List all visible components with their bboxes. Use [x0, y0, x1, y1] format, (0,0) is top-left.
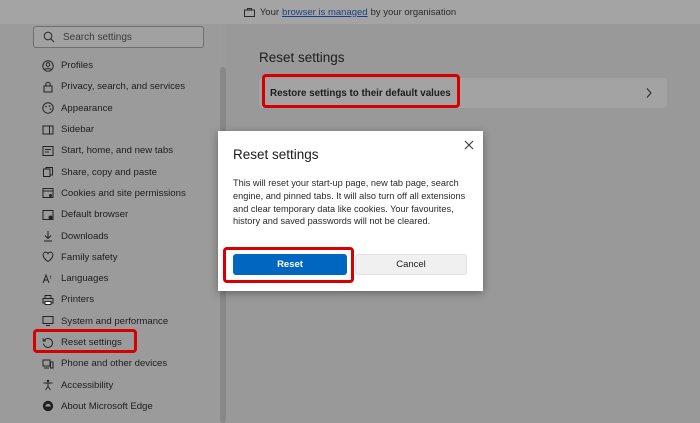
- sidebar-item-default-browser[interactable]: Default browser: [33, 204, 213, 225]
- sidebar-item-label: Accessibility: [61, 379, 114, 391]
- banner-suffix: by your organisation: [370, 6, 457, 18]
- sidebar-item-label: About Microsoft Edge: [61, 400, 153, 412]
- restore-defaults-highlight: [262, 74, 460, 108]
- appearance-icon: [42, 102, 54, 114]
- lock-icon: [43, 81, 53, 93]
- profile-icon: [42, 59, 54, 72]
- sidebar-item-label: Downloads: [61, 230, 109, 242]
- family-icon: [42, 252, 54, 263]
- svg-text:t: t: [50, 275, 52, 281]
- search-icon: [43, 31, 55, 43]
- reset-settings-highlight: [33, 329, 137, 353]
- sidebar-item-cookies[interactable]: Cookies and site permissions: [33, 183, 213, 204]
- sidebar-item-downloads[interactable]: Downloads: [33, 225, 213, 246]
- briefcase-icon: [243, 7, 255, 17]
- chevron-right-icon: [646, 88, 652, 98]
- phone-icon: [42, 359, 54, 369]
- sidebar-item-label: Family safety: [61, 251, 118, 263]
- browser-icon: [42, 209, 54, 220]
- close-icon[interactable]: [464, 140, 474, 150]
- language-icon: t: [42, 273, 52, 283]
- sidebar-item-label: Profiles: [61, 60, 93, 72]
- sidebar-item-share[interactable]: Share, copy and paste: [33, 161, 213, 182]
- sidebar-item-privacy[interactable]: Privacy, search, and services: [33, 76, 213, 97]
- sidebar-item-appearance[interactable]: Appearance: [33, 98, 213, 119]
- sidebar-item-label: Share, copy and paste: [61, 166, 158, 178]
- sidebar-item-label: Printers: [61, 294, 95, 306]
- edge-icon: [42, 401, 54, 412]
- cancel-button[interactable]: Cancel: [355, 254, 467, 275]
- search-input[interactable]: Search settings: [33, 26, 204, 48]
- sidebar-item-phone-devices[interactable]: Phone and other devices: [33, 353, 213, 374]
- sidebar-item-sidebar[interactable]: Sidebar: [33, 119, 213, 140]
- sidebar-item-start-home[interactable]: Start, home, and new tabs: [33, 140, 213, 161]
- sidebar-item-profiles[interactable]: Profiles: [33, 55, 213, 76]
- dialog-title: Reset settings: [233, 147, 319, 162]
- sidebar-item-label: Appearance: [61, 102, 113, 114]
- sidebar-item-label: Start, home, and new tabs: [61, 145, 173, 157]
- reset-button-highlight: [223, 247, 354, 283]
- home-icon: [42, 145, 54, 156]
- accessibility-icon: [43, 379, 53, 391]
- sidebar-item-about-edge[interactable]: About Microsoft Edge: [33, 396, 213, 417]
- managed-link[interactable]: browser is managed: [282, 7, 368, 18]
- cookie-icon: [42, 188, 54, 199]
- sidebar-nav: Profiles Privacy, search, and services A…: [33, 55, 213, 417]
- sidebar-item-label: Sidebar: [61, 124, 95, 136]
- search-placeholder: Search settings: [63, 31, 132, 43]
- page-title: Reset settings: [259, 50, 345, 65]
- sidebar-item-label: Cookies and site permissions: [61, 187, 186, 199]
- sidebar-icon: [42, 125, 54, 135]
- download-icon: [44, 231, 52, 242]
- printer-icon: [42, 294, 54, 305]
- managed-banner: Your browser is managed by your organisa…: [0, 0, 700, 24]
- sidebar-item-printers[interactable]: Printers: [33, 289, 213, 310]
- system-icon: [42, 316, 54, 327]
- sidebar-item-label: System and performance: [61, 315, 169, 327]
- sidebar-item-accessibility[interactable]: Accessibility: [33, 374, 213, 395]
- share-icon: [43, 167, 53, 178]
- sidebar-item-family-safety[interactable]: Family safety: [33, 247, 213, 268]
- sidebar-item-label: Default browser: [61, 209, 129, 221]
- banner-prefix: Your: [259, 6, 280, 18]
- sidebar-item-label: Privacy, search, and services: [61, 81, 186, 93]
- sidebar: Search settings Profiles Privacy, search…: [0, 24, 222, 423]
- dialog-body: This will reset your start-up page, new …: [233, 178, 466, 227]
- sidebar-item-languages[interactable]: t Languages: [33, 268, 213, 289]
- sidebar-item-label: Languages: [61, 273, 109, 285]
- sidebar-item-label: Phone and other devices: [61, 358, 168, 370]
